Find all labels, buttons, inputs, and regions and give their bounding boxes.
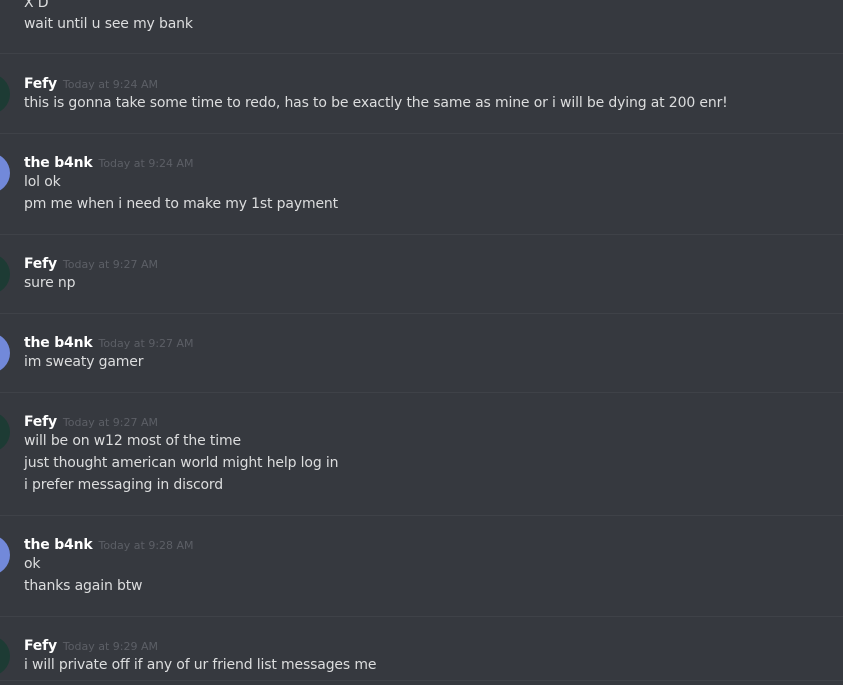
message-line: X D: [24, 0, 49, 11]
username[interactable]: Fefy: [24, 76, 57, 92]
username[interactable]: the b4nk: [24, 335, 93, 351]
message-divider: [0, 616, 843, 617]
username[interactable]: Fefy: [24, 638, 57, 654]
avatar[interactable]: [0, 636, 10, 676]
message-line: will be on w12 most of the time: [24, 433, 241, 449]
message-header: Fefy Today at 9:29 AM: [24, 635, 158, 654]
timestamp[interactable]: Today at 9:27 AM: [98, 337, 193, 350]
avatar[interactable]: [0, 412, 10, 452]
username[interactable]: Fefy: [24, 414, 57, 430]
message-line: just thought american world might help l…: [24, 455, 339, 471]
timestamp[interactable]: Today at 9:29 AM: [63, 640, 158, 653]
username[interactable]: Fefy: [24, 256, 57, 272]
timestamp[interactable]: Today at 9:27 AM: [63, 416, 158, 429]
timestamp[interactable]: Today at 9:28 AM: [98, 539, 193, 552]
message-divider: [0, 515, 843, 516]
message-line: i prefer messaging in discord: [24, 477, 224, 493]
message-header: Fefy Today at 9:27 AM: [24, 253, 158, 272]
timestamp[interactable]: Today at 9:24 AM: [63, 78, 158, 91]
message-header: the b4nk Today at 9:28 AM: [24, 534, 194, 553]
message-divider: [0, 680, 843, 681]
avatar[interactable]: [0, 535, 10, 575]
avatar[interactable]: [0, 153, 10, 193]
avatar[interactable]: [0, 333, 10, 373]
message-line: thanks again btw: [24, 578, 143, 594]
message-divider: [0, 53, 843, 54]
message-line: wait until u see my bank: [24, 16, 193, 32]
timestamp[interactable]: Today at 9:24 AM: [98, 157, 193, 170]
username[interactable]: the b4nk: [24, 537, 93, 553]
message-line: im sweaty gamer: [24, 354, 144, 370]
message-divider: [0, 133, 843, 134]
username[interactable]: the b4nk: [24, 155, 93, 171]
message-divider: [0, 392, 843, 393]
timestamp[interactable]: Today at 9:27 AM: [63, 258, 158, 271]
message-divider: [0, 234, 843, 235]
message-line: pm me when i need to make my 1st payment: [24, 196, 338, 212]
message-header: Fefy Today at 9:27 AM: [24, 411, 158, 430]
avatar[interactable]: [0, 74, 10, 114]
message-divider: [0, 313, 843, 314]
avatar[interactable]: [0, 254, 10, 294]
message-line: lol ok: [24, 174, 61, 190]
message-line: i will private off if any of ur friend l…: [24, 657, 377, 673]
message-header: the b4nk Today at 9:27 AM: [24, 332, 194, 351]
message-header: Fefy Today at 9:24 AM: [24, 73, 158, 92]
message-line: ok: [24, 556, 41, 572]
message-header: the b4nk Today at 9:24 AM: [24, 152, 194, 171]
message-line: sure np: [24, 275, 76, 291]
message-line: this is gonna take some time to redo, ha…: [24, 95, 728, 111]
chat-message-list: X D wait until u see my bank Fefy Today a…: [0, 0, 843, 685]
